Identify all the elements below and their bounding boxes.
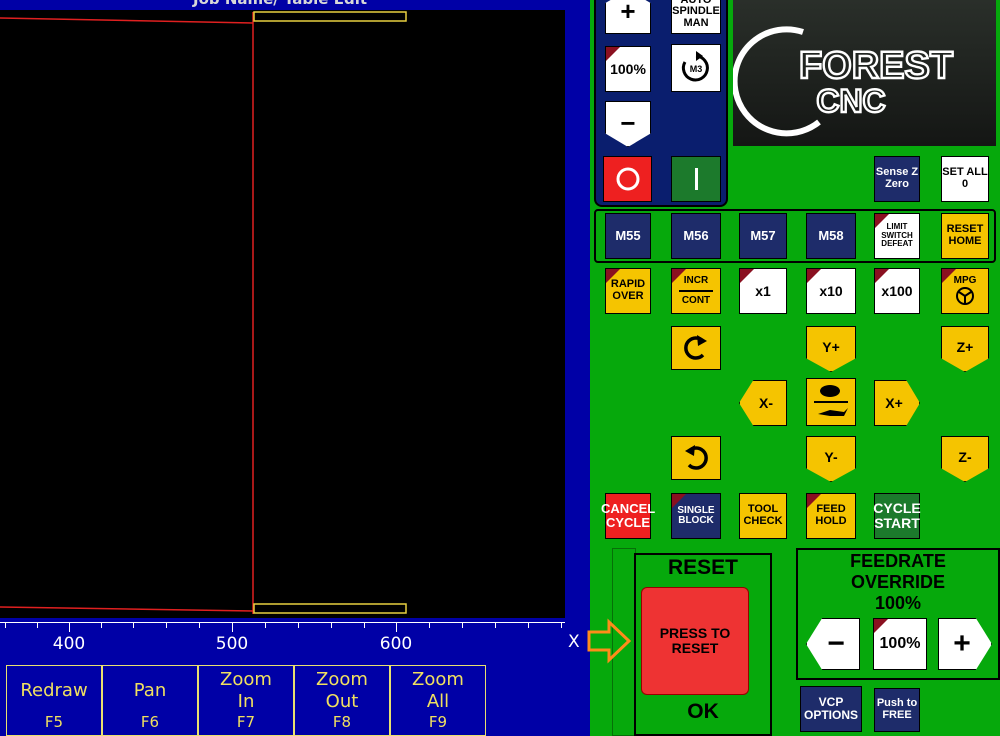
sense-z-zero-button[interactable]: Sense Z Zero bbox=[874, 156, 920, 202]
spindle-percent-display[interactable]: 100% bbox=[605, 46, 651, 92]
stop-icon bbox=[616, 167, 639, 191]
ruler-label-500: 500 bbox=[215, 634, 249, 654]
mpg-label: MPG bbox=[953, 274, 977, 286]
spindle-speed-up-button[interactable]: + bbox=[605, 0, 651, 34]
single-block-button[interactable]: SINGLE BLOCK bbox=[671, 493, 721, 539]
feed-hold-button[interactable]: FEED HOLD bbox=[806, 493, 856, 539]
jog-speed-toggle-button[interactable] bbox=[806, 378, 856, 426]
reset-home-button[interactable]: RESET HOME bbox=[941, 213, 989, 259]
m3-spindle-cw-button[interactable]: M3 bbox=[671, 44, 721, 92]
press-to-reset-button[interactable]: PRESS TO RESET bbox=[641, 587, 749, 695]
cont-label: CONT bbox=[681, 295, 711, 306]
rotate-a-plus-button[interactable] bbox=[671, 326, 721, 370]
reset-ok-label: OK bbox=[687, 700, 719, 723]
m-code-row bbox=[594, 209, 996, 263]
feedrate-value-button[interactable]: 100% bbox=[873, 618, 927, 670]
rapid-over-button[interactable]: RAPID OVER bbox=[605, 268, 651, 314]
spindle-start-button[interactable] bbox=[671, 156, 721, 202]
logo-cnc-text: CNC bbox=[816, 83, 885, 119]
redraw-button[interactable]: Redraw F5 bbox=[6, 665, 102, 736]
m56-button[interactable]: M56 bbox=[671, 213, 721, 259]
step-x10-button[interactable]: x10 bbox=[806, 268, 856, 314]
incr-label: INCR bbox=[683, 274, 709, 286]
mpg-button[interactable]: MPG bbox=[941, 268, 989, 314]
rotate-cw-icon bbox=[684, 335, 707, 360]
tool-check-button[interactable]: TOOL CHECK bbox=[739, 493, 787, 539]
feedrate-title-text: FEEDRATE OVERRIDE bbox=[850, 551, 946, 592]
logo-graphic: FOREST CNC bbox=[731, 26, 954, 137]
x-ruler: 400 500 600 bbox=[0, 618, 565, 662]
pan-button[interactable]: Pan F6 bbox=[102, 665, 198, 736]
rotate-a-minus-button[interactable] bbox=[671, 436, 721, 480]
vcp-options-button[interactable]: VCP OPTIONS bbox=[800, 686, 862, 732]
ruler-label-400: 400 bbox=[52, 634, 86, 654]
x-axis-label: X bbox=[568, 632, 580, 652]
arrow-right-icon bbox=[587, 618, 632, 664]
forest-cnc-logo: FOREST CNC bbox=[731, 0, 996, 146]
incr-cont-divider bbox=[679, 290, 713, 292]
zoom-out-button[interactable]: Zoom Out F8 bbox=[294, 665, 390, 736]
m3-label: M3 bbox=[690, 64, 703, 74]
toolpath-viewport[interactable] bbox=[0, 10, 565, 618]
push-to-free-button[interactable]: Push to FREE bbox=[874, 688, 920, 732]
cancel-cycle-button[interactable]: CANCEL CYCLE bbox=[601, 493, 655, 539]
m57-button[interactable]: M57 bbox=[739, 213, 787, 259]
ruler-label-600: 600 bbox=[379, 634, 413, 654]
toolpath-drawing bbox=[0, 11, 407, 614]
logo-forest-text: FOREST bbox=[799, 45, 953, 87]
limit-switch-defeat-button[interactable]: LIMIT SWITCH DEFEAT bbox=[874, 213, 920, 259]
step-x100-button[interactable]: x100 bbox=[874, 268, 920, 314]
rotate-ccw-icon bbox=[685, 445, 708, 470]
step-x1-button[interactable]: x1 bbox=[739, 268, 787, 314]
display-title: Job Name/ Table Edit bbox=[0, 0, 560, 8]
m58-button[interactable]: M58 bbox=[806, 213, 856, 259]
incr-cont-button[interactable]: INCR CONT bbox=[671, 268, 721, 314]
zoom-in-button[interactable]: Zoom In F7 bbox=[198, 665, 294, 736]
spindle-stop-button[interactable] bbox=[603, 156, 652, 202]
feedrate-percent: 100% bbox=[874, 593, 922, 613]
zoom-all-button[interactable]: Zoom All F9 bbox=[390, 665, 486, 736]
reset-title: RESET bbox=[667, 556, 738, 579]
start-icon bbox=[694, 168, 698, 190]
rotate-cw-icon: M3 bbox=[681, 51, 709, 82]
handwheel-icon bbox=[956, 287, 974, 306]
feedrate-title: FEEDRATE OVERRIDE 100% bbox=[796, 551, 1000, 614]
cycle-start-button[interactable]: CYCLE START bbox=[873, 493, 921, 539]
m55-button[interactable]: M55 bbox=[605, 213, 651, 259]
auto-spindle-man-button[interactable]: AUTO SPINDLE MAN bbox=[671, 0, 721, 34]
set-all-zero-button[interactable]: SET ALL 0 bbox=[941, 156, 989, 202]
turtle-rabbit-icon bbox=[814, 385, 848, 416]
